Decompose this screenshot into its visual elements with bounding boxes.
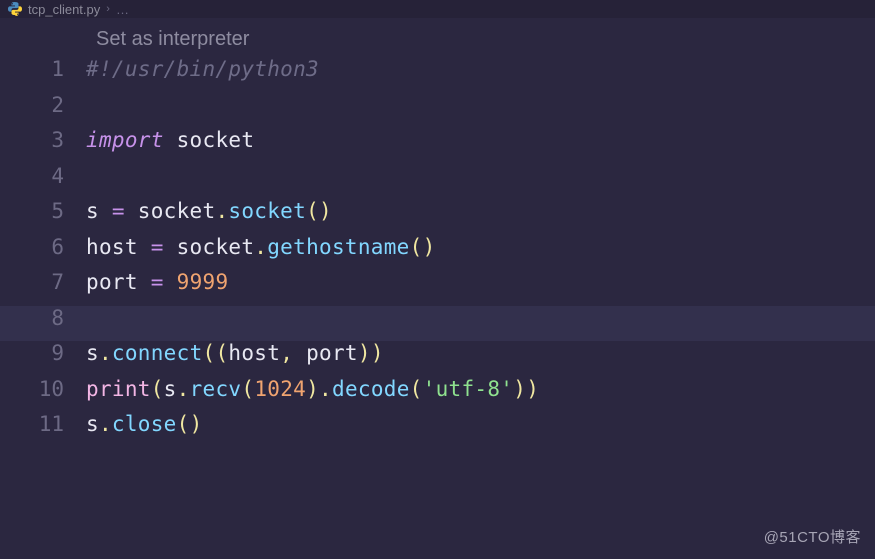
code-token: s xyxy=(86,341,99,365)
breadcrumb-filename[interactable]: tcp_client.py xyxy=(28,2,100,17)
set-as-interpreter-hint[interactable]: Set as interpreter xyxy=(86,24,249,57)
code-content[interactable]: import socket xyxy=(86,128,254,152)
code-token: #!/usr/bin/python3 xyxy=(86,57,319,81)
breadcrumb[interactable]: tcp_client.py › … xyxy=(0,0,875,18)
line-number: 3 xyxy=(0,128,86,152)
code-token: . xyxy=(177,377,190,401)
code-token: . xyxy=(99,412,112,436)
code-token: ( xyxy=(203,341,216,365)
code-line[interactable]: 4 xyxy=(0,164,875,200)
code-content[interactable]: s = socket.socket() xyxy=(86,199,332,223)
code-token: 1024 xyxy=(254,377,306,401)
code-token: 'utf-8' xyxy=(423,377,514,401)
line-number: 2 xyxy=(0,93,86,117)
code-token: ) xyxy=(319,199,332,223)
code-token: , xyxy=(280,341,293,365)
code-token: ) xyxy=(190,412,203,436)
code-token: connect xyxy=(112,341,203,365)
code-line[interactable]: 6host = socket.gethostname() xyxy=(0,235,875,271)
code-token: ) xyxy=(513,377,526,401)
code-line[interactable]: 3import socket xyxy=(0,128,875,164)
code-token: . xyxy=(319,377,332,401)
code-token: ) xyxy=(423,235,436,259)
line-number: 7 xyxy=(0,270,86,294)
code-line[interactable]: 1#!/usr/bin/python3 xyxy=(0,57,875,93)
chevron-right-icon: › xyxy=(106,3,110,15)
code-token: ( xyxy=(241,377,254,401)
interpreter-hint-row: Set as interpreter xyxy=(0,24,875,57)
code-token: socket xyxy=(125,199,216,223)
code-token: port xyxy=(293,341,358,365)
code-token: socket xyxy=(164,128,255,152)
code-token: . xyxy=(254,235,267,259)
code-lines[interactable]: 1#!/usr/bin/python323import socket45s = … xyxy=(0,57,875,448)
code-token: close xyxy=(112,412,177,436)
code-token: = xyxy=(151,270,164,294)
code-line[interactable]: 5s = socket.socket() xyxy=(0,199,875,235)
code-content[interactable]: s.connect((host, port)) xyxy=(86,341,384,365)
gutter-spacer xyxy=(0,24,86,57)
code-content[interactable]: port = 9999 xyxy=(86,270,228,294)
code-token: ( xyxy=(410,377,423,401)
code-editor[interactable]: Set as interpreter 1#!/usr/bin/python32 3… xyxy=(0,18,875,448)
line-number: 6 xyxy=(0,235,86,259)
code-token: ( xyxy=(306,199,319,223)
code-token: port xyxy=(86,270,151,294)
code-line[interactable]: 7port = 9999 xyxy=(0,270,875,306)
code-token: . xyxy=(215,199,228,223)
python-icon xyxy=(8,2,22,16)
code-token: ( xyxy=(410,235,423,259)
breadcrumb-more[interactable]: … xyxy=(116,2,129,17)
line-number: 1 xyxy=(0,57,86,81)
code-content[interactable]: s.close() xyxy=(86,412,203,436)
code-token: = xyxy=(112,199,125,223)
code-token: . xyxy=(99,341,112,365)
code-token: ( xyxy=(215,341,228,365)
code-token: ) xyxy=(306,377,319,401)
line-number: 9 xyxy=(0,341,86,365)
code-token: import xyxy=(86,128,164,152)
code-content[interactable]: print(s.recv(1024).decode('utf-8')) xyxy=(86,377,539,401)
code-token: s xyxy=(164,377,177,401)
code-token: ) xyxy=(358,341,371,365)
watermark: @51CTO博客 xyxy=(764,526,861,547)
code-token: = xyxy=(151,235,164,259)
code-content[interactable]: #!/usr/bin/python3 xyxy=(86,57,319,81)
code-content[interactable]: host = socket.gethostname() xyxy=(86,235,436,259)
code-token: decode xyxy=(332,377,410,401)
code-token: ) xyxy=(526,377,539,401)
code-token: s xyxy=(86,199,112,223)
line-number: 11 xyxy=(0,412,86,436)
code-token: recv xyxy=(190,377,242,401)
line-number: 4 xyxy=(0,164,86,188)
code-token: ) xyxy=(371,341,384,365)
code-token: host xyxy=(86,235,151,259)
code-token: socket xyxy=(164,235,255,259)
code-token: ( xyxy=(151,377,164,401)
code-token: ( xyxy=(177,412,190,436)
code-line[interactable]: 8 xyxy=(0,306,875,342)
code-token: print xyxy=(86,377,151,401)
code-token: socket xyxy=(228,199,306,223)
code-token: gethostname xyxy=(267,235,409,259)
code-line[interactable]: 2 xyxy=(0,93,875,129)
code-line[interactable]: 9s.connect((host, port)) xyxy=(0,341,875,377)
line-number: 8 xyxy=(0,306,86,330)
code-token: host xyxy=(228,341,280,365)
line-number: 10 xyxy=(0,377,86,401)
code-token: s xyxy=(86,412,99,436)
code-line[interactable]: 11s.close() xyxy=(0,412,875,448)
code-token xyxy=(164,270,177,294)
code-token: 9999 xyxy=(177,270,229,294)
line-number: 5 xyxy=(0,199,86,223)
code-line[interactable]: 10print(s.recv(1024).decode('utf-8')) xyxy=(0,377,875,413)
